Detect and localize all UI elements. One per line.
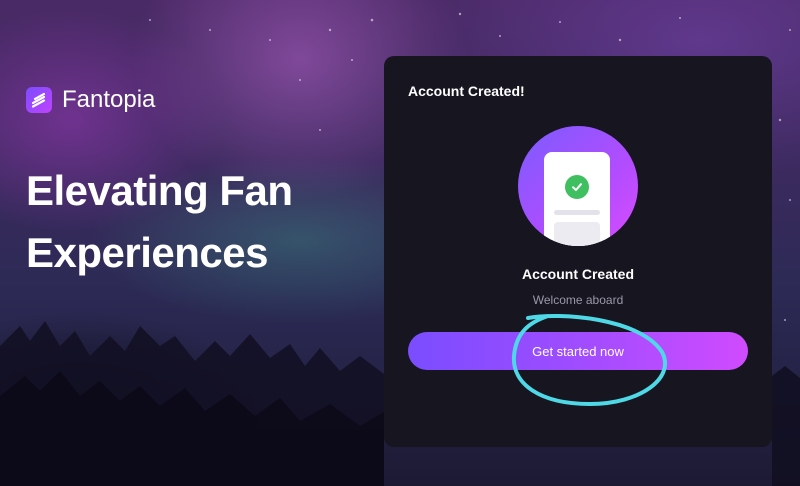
- fantopia-logo-icon: [26, 87, 52, 113]
- brand-name: Fantopia: [62, 86, 156, 113]
- hero-line-2: Experiences: [26, 229, 269, 276]
- success-subtitle: Welcome aboard: [532, 293, 624, 307]
- paper-block: [554, 222, 600, 246]
- account-created-card: Account Created! Account Created Welcome…: [384, 56, 772, 447]
- get-started-label: Get started now: [532, 343, 624, 359]
- hero-headline: Elevating Fan Experiences: [26, 160, 366, 284]
- hero-line-1: Elevating Fan: [26, 167, 293, 214]
- get-started-button[interactable]: Get started now: [408, 332, 748, 370]
- check-icon: [565, 175, 589, 199]
- document-check-icon: [518, 126, 638, 246]
- card-title: Account Created!: [408, 83, 525, 99]
- brand: Fantopia: [26, 86, 155, 114]
- success-title: Account Created: [521, 266, 635, 282]
- paper-line: [554, 210, 600, 215]
